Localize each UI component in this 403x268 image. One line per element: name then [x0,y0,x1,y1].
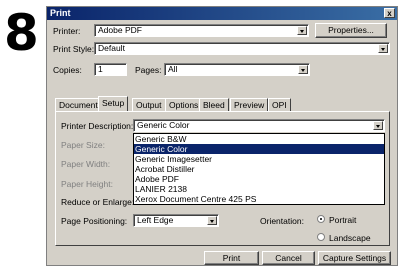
tab-bleed[interactable]: Bleed [199,98,229,111]
print-button[interactable]: Print [204,251,259,265]
chevron-down-icon[interactable] [298,65,308,74]
chevron-down-icon[interactable] [378,44,388,53]
close-icon[interactable]: x [384,8,395,18]
chevron-down-icon[interactable] [207,216,217,225]
reduce-enlarge-label: Reduce or Enlarge: [61,197,135,207]
page-positioning-value: Left Edge [137,215,174,225]
page-positioning-select[interactable]: Left Edge [133,214,219,227]
cancel-button[interactable]: Cancel [262,251,315,265]
properties-button[interactable]: Properties... [315,23,387,38]
dropdown-option-selected[interactable]: Generic Color [134,144,384,154]
print-dialog: Print x Printer: Adobe PDF Properties...… [46,6,398,266]
printer-select[interactable]: Adobe PDF [94,24,309,37]
pages-label: Pages: [135,65,162,75]
copies-label: Copies: [53,65,82,75]
landscape-radio[interactable] [317,233,325,241]
tab-opi[interactable]: OPI [268,98,291,111]
dropdown-option[interactable]: Acrobat Distiller [134,164,384,174]
chevron-down-icon[interactable] [297,26,307,35]
paper-width-label: Paper Width: [61,159,111,169]
portrait-label: Portrait [329,215,357,225]
copies-value: 1 [98,64,103,74]
chevron-down-icon[interactable] [373,121,383,130]
dropdown-option[interactable]: Xerox Document Centre 425 PS [134,194,384,204]
pages-value: All [168,64,178,74]
dropdown-option[interactable]: Generic B&W [134,134,384,144]
orientation-label: Orientation: [260,216,304,226]
page-positioning-label: Page Positioning: [61,216,128,226]
printer-value: Adobe PDF [98,25,142,35]
dropdown-option[interactable]: Adobe PDF [134,174,384,184]
tab-document[interactable]: Document [55,98,102,111]
printer-description-value: Generic Color [137,120,190,130]
dropdown-option[interactable]: LANIER 2138 [134,184,384,194]
capture-settings-button[interactable]: Capture Settings [318,251,391,265]
printer-description-select[interactable]: Generic Color [133,119,385,132]
tab-output[interactable]: Output [132,98,166,111]
paper-height-label: Paper Height: [61,179,113,189]
print-style-value: Default [98,43,125,53]
tab-options[interactable]: Options [165,98,203,111]
portrait-radio[interactable] [317,215,325,223]
landscape-label: Landscape [329,233,371,243]
title-bar: Print x [47,7,397,20]
tab-preview[interactable]: Preview [230,98,269,111]
paper-size-label: Paper Size: [61,140,105,150]
printer-description-label: Printer Description: [61,121,134,131]
pages-select[interactable]: All [164,63,310,76]
print-style-select[interactable]: Default [94,42,390,55]
print-style-label: Print Style: [53,44,95,54]
printer-label: Printer: [53,26,81,36]
copies-input[interactable]: 1 [94,63,127,76]
dialog-title: Print [50,8,71,18]
tab-setup[interactable]: Setup [98,96,129,111]
step-number: 8 [4,4,39,62]
printer-description-dropdown: Generic B&W Generic Color Generic Images… [133,133,385,205]
dropdown-option[interactable]: Generic Imagesetter [134,154,384,164]
